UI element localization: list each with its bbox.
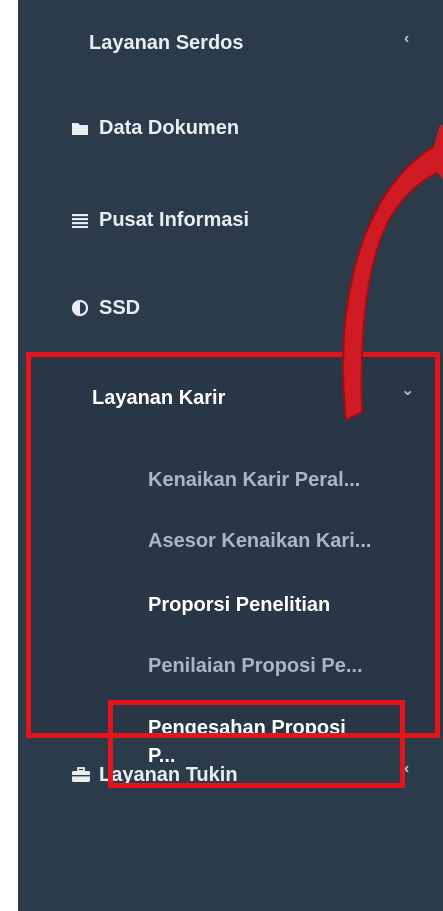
annotation-arrow xyxy=(342,125,443,422)
